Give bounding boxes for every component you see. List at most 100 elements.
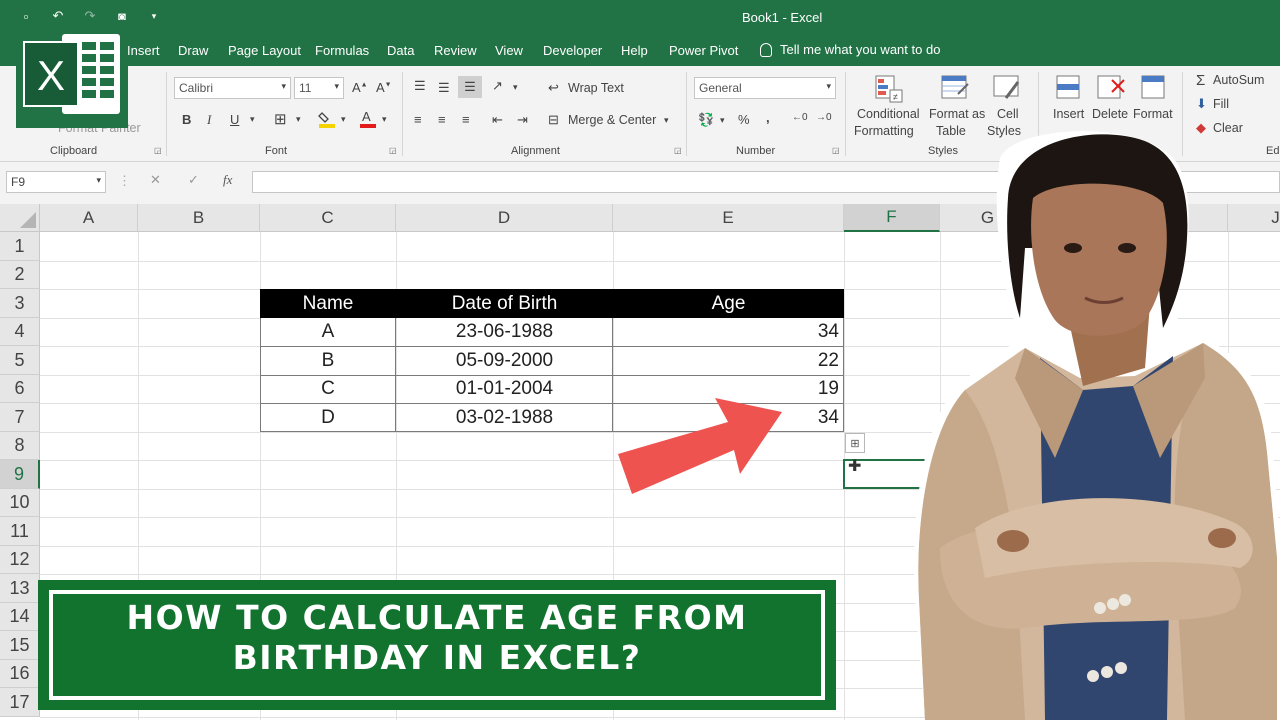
table-cell-name[interactable]: C bbox=[261, 375, 395, 403]
row-header-12[interactable]: 12 bbox=[0, 546, 40, 574]
tab-data[interactable]: Data bbox=[387, 43, 414, 58]
row-header-7[interactable]: 7 bbox=[0, 403, 40, 432]
chevron-down-icon[interactable]: ▾ bbox=[296, 114, 301, 125]
format-cells-icon[interactable] bbox=[1138, 74, 1168, 104]
row-header-13[interactable]: 13 bbox=[0, 574, 40, 603]
row-header-9[interactable]: 9 bbox=[0, 460, 40, 489]
tab-draw[interactable]: Draw bbox=[178, 43, 208, 58]
chevron-down-icon[interactable]: ▾ bbox=[513, 82, 518, 93]
tab-power-pivot[interactable]: Power Pivot bbox=[669, 43, 738, 58]
format-as-table-icon[interactable] bbox=[940, 74, 970, 104]
bold-icon[interactable]: B bbox=[182, 112, 191, 127]
row-header-5[interactable]: 5 bbox=[0, 346, 40, 375]
row-header-14[interactable]: 14 bbox=[0, 603, 40, 631]
row-header-3[interactable]: 3 bbox=[0, 289, 40, 318]
row-header-6[interactable]: 6 bbox=[0, 375, 40, 403]
row-header-8[interactable]: 8 bbox=[0, 432, 40, 460]
number-launcher-icon[interactable]: ◲ bbox=[832, 146, 840, 155]
conditional-formatting-icon[interactable]: ≠ bbox=[874, 74, 904, 104]
delete-cells-icon[interactable] bbox=[1096, 74, 1126, 104]
tab-help[interactable]: Help bbox=[621, 43, 648, 58]
table-cell-dob[interactable]: 23-06-1988 bbox=[397, 318, 612, 346]
table-cell-dob[interactable]: 01-01-2004 bbox=[397, 375, 612, 403]
underline-icon[interactable]: U bbox=[230, 112, 239, 127]
confirm-entry-icon[interactable]: ✓ bbox=[188, 172, 199, 188]
format-as-table-label-1[interactable]: Format as bbox=[929, 107, 985, 121]
row-header-16[interactable]: 16 bbox=[0, 660, 40, 688]
cell-styles-icon[interactable] bbox=[992, 74, 1022, 104]
comma-style-icon[interactable]: , bbox=[766, 110, 770, 125]
table-cell-name[interactable]: A bbox=[261, 318, 395, 346]
conditional-formatting-label-1[interactable]: Conditional bbox=[857, 107, 920, 121]
row-header-2[interactable]: 2 bbox=[0, 261, 40, 289]
decrease-indent-icon[interactable]: ⇤ bbox=[492, 112, 503, 128]
table-header-dob[interactable]: Date of Birth bbox=[396, 289, 613, 318]
decrease-font-icon[interactable]: A▼ bbox=[376, 80, 392, 95]
customize-qat-icon[interactable]: ▾ bbox=[146, 8, 162, 24]
number-format-select[interactable]: General ▾ bbox=[694, 77, 836, 99]
chevron-down-icon[interactable]: ▾ bbox=[382, 114, 387, 125]
increase-indent-icon[interactable]: ⇥ bbox=[517, 112, 528, 128]
select-all-corner[interactable] bbox=[0, 204, 40, 232]
orientation-icon[interactable]: ↗ bbox=[492, 78, 503, 94]
table-cell-name[interactable]: D bbox=[261, 404, 395, 432]
tab-formulas[interactable]: Formulas bbox=[315, 43, 369, 58]
table-cell-name[interactable]: B bbox=[261, 347, 395, 375]
font-launcher-icon[interactable]: ◲ bbox=[389, 146, 397, 155]
align-right-icon[interactable]: ≡ bbox=[462, 112, 470, 127]
chevron-down-icon[interactable]: ▾ bbox=[720, 115, 725, 126]
insert-cells-icon[interactable] bbox=[1053, 74, 1083, 104]
align-center-icon[interactable]: ≡ bbox=[438, 112, 446, 127]
quick-analysis-icon[interactable]: ⊞ bbox=[845, 433, 865, 453]
column-header-c[interactable]: C bbox=[260, 204, 396, 232]
alignment-launcher-icon[interactable]: ◲ bbox=[674, 146, 682, 155]
tab-developer[interactable]: Developer bbox=[543, 43, 602, 58]
chevron-down-icon[interactable]: ▾ bbox=[341, 114, 346, 125]
decrease-decimal-icon[interactable]: →0 bbox=[816, 112, 832, 123]
insert-cells-button[interactable]: Insert bbox=[1053, 107, 1084, 121]
row-header-4[interactable]: 4 bbox=[0, 318, 40, 346]
fx-icon[interactable]: fx bbox=[223, 172, 232, 188]
tab-view[interactable]: View bbox=[495, 43, 523, 58]
cell-styles-label-1[interactable]: Cell bbox=[997, 107, 1019, 121]
tell-me-search[interactable]: Tell me what you want to do bbox=[760, 42, 940, 57]
top-align-icon[interactable]: ☰ bbox=[414, 78, 426, 94]
font-size-select[interactable]: 11 ▾ bbox=[294, 77, 344, 99]
wrap-text-button[interactable]: Wrap Text bbox=[568, 81, 624, 95]
table-cell-dob[interactable]: 05-09-2000 bbox=[397, 347, 612, 375]
table-header-name[interactable]: Name bbox=[260, 289, 396, 318]
row-header-1[interactable]: 1 bbox=[0, 232, 40, 261]
table-cell-age[interactable]: 34 bbox=[614, 318, 843, 346]
font-color-icon[interactable]: A bbox=[360, 108, 376, 133]
bottom-align-icon[interactable]: ☰ bbox=[458, 76, 482, 98]
row-header-17[interactable]: 17 bbox=[0, 688, 40, 717]
borders-icon[interactable]: ⊞ bbox=[274, 110, 287, 128]
increase-font-icon[interactable]: A▲ bbox=[352, 80, 368, 95]
column-header-a[interactable]: A bbox=[40, 204, 138, 232]
table-cell-dob[interactable]: 03-02-1988 bbox=[397, 404, 612, 432]
row-header-15[interactable]: 15 bbox=[0, 631, 40, 660]
row-header-11[interactable]: 11 bbox=[0, 517, 40, 546]
format-cells-button[interactable]: Format bbox=[1133, 107, 1173, 121]
column-header-d[interactable]: D bbox=[396, 204, 613, 232]
increase-decimal-icon[interactable]: ←0 bbox=[792, 112, 808, 123]
align-left-icon[interactable]: ≡ bbox=[414, 112, 422, 127]
accounting-format-icon[interactable]: 💱 bbox=[698, 112, 714, 128]
table-cell-age[interactable]: 22 bbox=[614, 347, 843, 375]
clipboard-launcher-icon[interactable]: ◲ bbox=[154, 146, 162, 155]
cancel-entry-icon[interactable]: ✕ bbox=[150, 172, 161, 188]
fill-button[interactable]: Fill bbox=[1213, 97, 1229, 111]
autosum-button[interactable]: AutoSum bbox=[1213, 73, 1264, 87]
tab-insert[interactable]: Insert bbox=[127, 43, 160, 58]
chevron-down-icon[interactable]: ▾ bbox=[664, 115, 669, 126]
table-header-age[interactable]: Age bbox=[613, 289, 844, 318]
tab-page-layout[interactable]: Page Layout bbox=[228, 43, 301, 58]
merge-center-button[interactable]: Merge & Center bbox=[568, 113, 656, 127]
column-header-e[interactable]: E bbox=[613, 204, 844, 232]
row-header-10[interactable]: 10 bbox=[0, 489, 40, 517]
name-box[interactable]: F9 ▾ bbox=[6, 171, 106, 193]
tab-review[interactable]: Review bbox=[434, 43, 477, 58]
font-name-select[interactable]: Calibri ▾ bbox=[174, 77, 291, 99]
percent-icon[interactable]: % bbox=[738, 112, 750, 127]
middle-align-icon[interactable]: ☰ bbox=[438, 80, 450, 96]
